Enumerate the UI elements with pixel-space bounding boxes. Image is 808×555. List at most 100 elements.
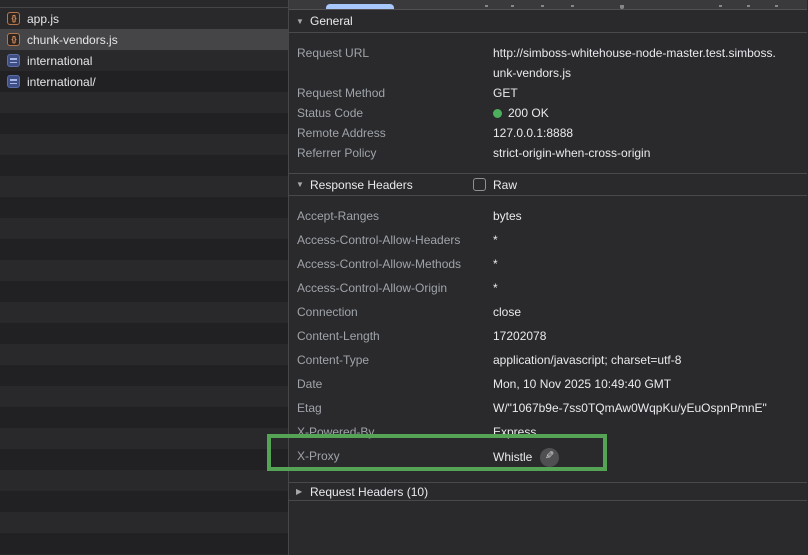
header-value: http://simboss-whitehouse-node-master.te…	[493, 43, 807, 83]
header-value-text: application/javascript; charset=utf-8	[493, 348, 681, 372]
status-ok-dot	[493, 109, 502, 118]
header-value: *	[493, 228, 807, 252]
response-headers-section-body: Accept-Ranges bytes Access-Control-Allow…	[289, 196, 807, 482]
header-value-text: *	[493, 276, 498, 300]
header-value-text: *	[493, 228, 498, 252]
file-type-icon	[7, 54, 20, 67]
sidebar-top-strip	[0, 0, 288, 8]
request-name: chunk-vendors.js	[27, 33, 118, 47]
header-value: Mon, 10 Nov 2025 10:49:40 GMT	[493, 372, 807, 396]
tab-label-remnant	[747, 5, 750, 7]
request-name: international/	[27, 75, 96, 89]
request-headers-section-header[interactable]: Request Headers (10)	[289, 482, 807, 501]
header-row: Access-Control-Allow-Headers *	[289, 228, 807, 252]
header-key: X-Proxy	[289, 444, 493, 468]
devtools-network-panel: app.js chunk-vendors.js international in…	[0, 0, 808, 555]
header-value: *	[493, 252, 807, 276]
section-title: General	[310, 14, 353, 28]
header-key: Connection	[289, 300, 493, 324]
header-key: Access-Control-Allow-Origin	[289, 276, 493, 300]
header-key: Content-Length	[289, 324, 493, 348]
network-request-row[interactable]: international/	[0, 71, 288, 92]
tab-label-remnant	[511, 5, 514, 7]
header-row: X-Proxy Whistle	[289, 444, 807, 470]
header-row: Accept-Ranges bytes	[289, 204, 807, 228]
header-value: GET	[493, 83, 807, 103]
section-title: Response Headers	[310, 178, 413, 192]
network-request-row[interactable]: chunk-vendors.js	[0, 29, 288, 50]
header-row: Access-Control-Allow-Methods *	[289, 252, 807, 276]
header-key: Accept-Ranges	[289, 204, 493, 228]
header-value-text: strict-origin-when-cross-origin	[493, 143, 650, 163]
file-type-icon	[7, 12, 20, 25]
general-section-header[interactable]: General	[289, 10, 807, 33]
response-headers-section-header[interactable]: Response Headers Raw	[289, 173, 807, 196]
header-key: X-Powered-By	[289, 420, 493, 444]
header-key: Content-Type	[289, 348, 493, 372]
header-value: 200 OK	[493, 103, 807, 123]
header-row: X-Powered-By Express	[289, 420, 807, 444]
request-name: international	[27, 54, 92, 68]
section-title: Request Headers (10)	[310, 485, 428, 499]
file-type-icon	[7, 33, 20, 46]
network-request-row[interactable]: app.js	[0, 8, 288, 29]
file-type-icon	[7, 75, 20, 88]
tab-label-remnant	[571, 5, 574, 7]
header-value: 127.0.0.1:8888	[493, 123, 807, 143]
header-value-text: Mon, 10 Nov 2025 10:49:40 GMT	[493, 372, 671, 396]
header-value-text: 200 OK	[508, 103, 549, 123]
header-value: 17202078	[493, 324, 807, 348]
header-value-text: bytes	[493, 204, 522, 228]
collapse-triangle-icon	[296, 17, 310, 26]
header-value-text: http://simboss-whitehouse-node-master.te…	[493, 43, 776, 83]
header-value-text: Whistle	[493, 444, 532, 470]
raw-checkbox[interactable]	[473, 178, 486, 191]
header-value-text: GET	[493, 83, 518, 103]
header-row: Request URL http://simboss-whitehouse-no…	[289, 43, 807, 83]
tab-label-remnant	[775, 5, 778, 7]
header-value: strict-origin-when-cross-origin	[493, 143, 807, 163]
raw-checkbox-label: Raw	[493, 178, 517, 192]
network-request-row[interactable]: international	[0, 50, 288, 71]
header-row: Access-Control-Allow-Origin *	[289, 276, 807, 300]
header-value: bytes	[493, 204, 807, 228]
tab-label-remnant	[719, 5, 722, 7]
tab-label-remnant	[541, 5, 544, 7]
selected-tab-indicator[interactable]	[326, 4, 394, 9]
header-row: Date Mon, 10 Nov 2025 10:49:40 GMT	[289, 372, 807, 396]
header-key: Request URL	[289, 43, 493, 63]
network-request-sidebar: app.js chunk-vendors.js international in…	[0, 0, 289, 555]
header-value: Express	[493, 420, 807, 444]
tab-label-remnant	[620, 5, 624, 9]
header-value-text: 17202078	[493, 324, 546, 348]
header-value: Whistle	[493, 444, 807, 470]
header-row: Referrer Policy strict-origin-when-cross…	[289, 143, 807, 163]
header-key: Access-Control-Allow-Headers	[289, 228, 493, 252]
request-name: app.js	[27, 12, 59, 26]
header-row: Remote Address 127.0.0.1:8888	[289, 123, 807, 143]
header-row: Request Method GET	[289, 83, 807, 103]
header-value-text: 127.0.0.1:8888	[493, 123, 573, 143]
edit-header-pencil-button[interactable]	[540, 448, 559, 467]
raw-toggle-group: Raw	[473, 174, 517, 195]
header-key: Status Code	[289, 103, 493, 123]
header-row: Connection close	[289, 300, 807, 324]
header-value: close	[493, 300, 807, 324]
header-key: Date	[289, 372, 493, 396]
header-key: Remote Address	[289, 123, 493, 143]
header-value-text: Express	[493, 420, 536, 444]
collapse-triangle-icon	[296, 180, 310, 189]
tab-label-remnant	[485, 5, 488, 7]
header-row: Etag W/"1067b9e-7ss0TQmAw0WqpKu/yEuOspnP…	[289, 396, 807, 420]
expand-triangle-icon	[296, 487, 310, 496]
header-key: Request Method	[289, 83, 493, 103]
headers-detail-panel: General Request URL http://simboss-white…	[289, 0, 807, 555]
network-request-list: app.js chunk-vendors.js international in…	[0, 8, 288, 555]
header-row: Status Code 200 OK	[289, 103, 807, 123]
header-row: Content-Type application/javascript; cha…	[289, 348, 807, 372]
header-key: Referrer Policy	[289, 143, 493, 163]
detail-tabstrip	[289, 0, 807, 10]
header-key: Etag	[289, 396, 493, 420]
header-key: Access-Control-Allow-Methods	[289, 252, 493, 276]
header-value-text: *	[493, 252, 498, 276]
